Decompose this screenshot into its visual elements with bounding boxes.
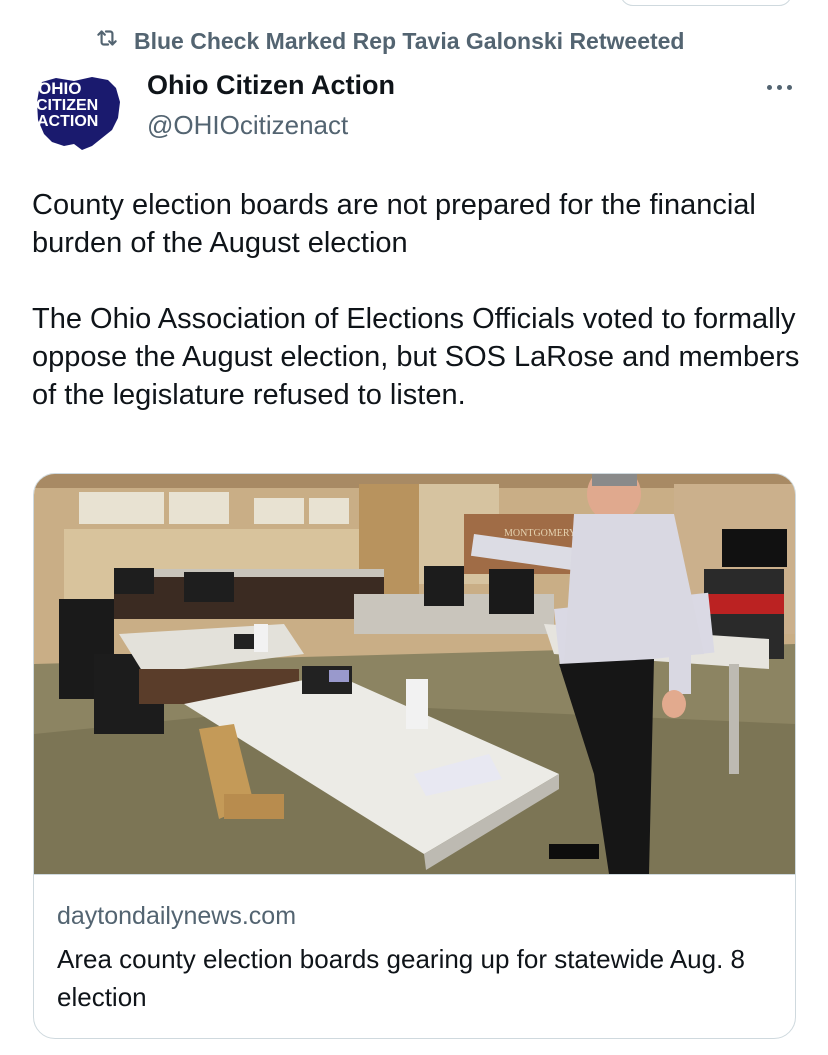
tweet-text: County election boards are not prepared … xyxy=(32,186,802,414)
card-divider xyxy=(34,874,795,875)
avatar[interactable]: OHIO CITIZEN ACTION xyxy=(34,72,122,152)
retweet-label: Blue Check Marked Rep Tavia Galonski Ret… xyxy=(134,27,685,54)
retweet-context[interactable]: Blue Check Marked Rep Tavia Galonski Ret… xyxy=(92,26,684,56)
author-handle[interactable]: @OHIOcitizenact xyxy=(147,110,348,141)
tweet-paragraph-2: The Ohio Association of Elections Offici… xyxy=(32,303,800,411)
avatar-text-line1: OHIO xyxy=(38,79,81,98)
card-title[interactable]: Area county election boards gearing up f… xyxy=(57,940,777,1016)
card-photo[interactable]: MONTGOMERY CO xyxy=(34,474,795,874)
top-pill-button[interactable] xyxy=(620,0,792,6)
link-card[interactable]: MONTGOMERY CO daytondailynews.com Area c… xyxy=(33,473,796,1039)
avatar-text-line3: ACTION xyxy=(37,113,98,130)
tweet-paragraph-1: County election boards are not prepared … xyxy=(32,189,756,259)
more-options-icon[interactable] xyxy=(762,72,796,102)
avatar-text-line2: CITIZEN xyxy=(36,97,98,114)
card-domain[interactable]: daytondailynews.com xyxy=(57,902,296,931)
author-name[interactable]: Ohio Citizen Action xyxy=(147,70,395,101)
retweet-icon xyxy=(92,25,122,57)
